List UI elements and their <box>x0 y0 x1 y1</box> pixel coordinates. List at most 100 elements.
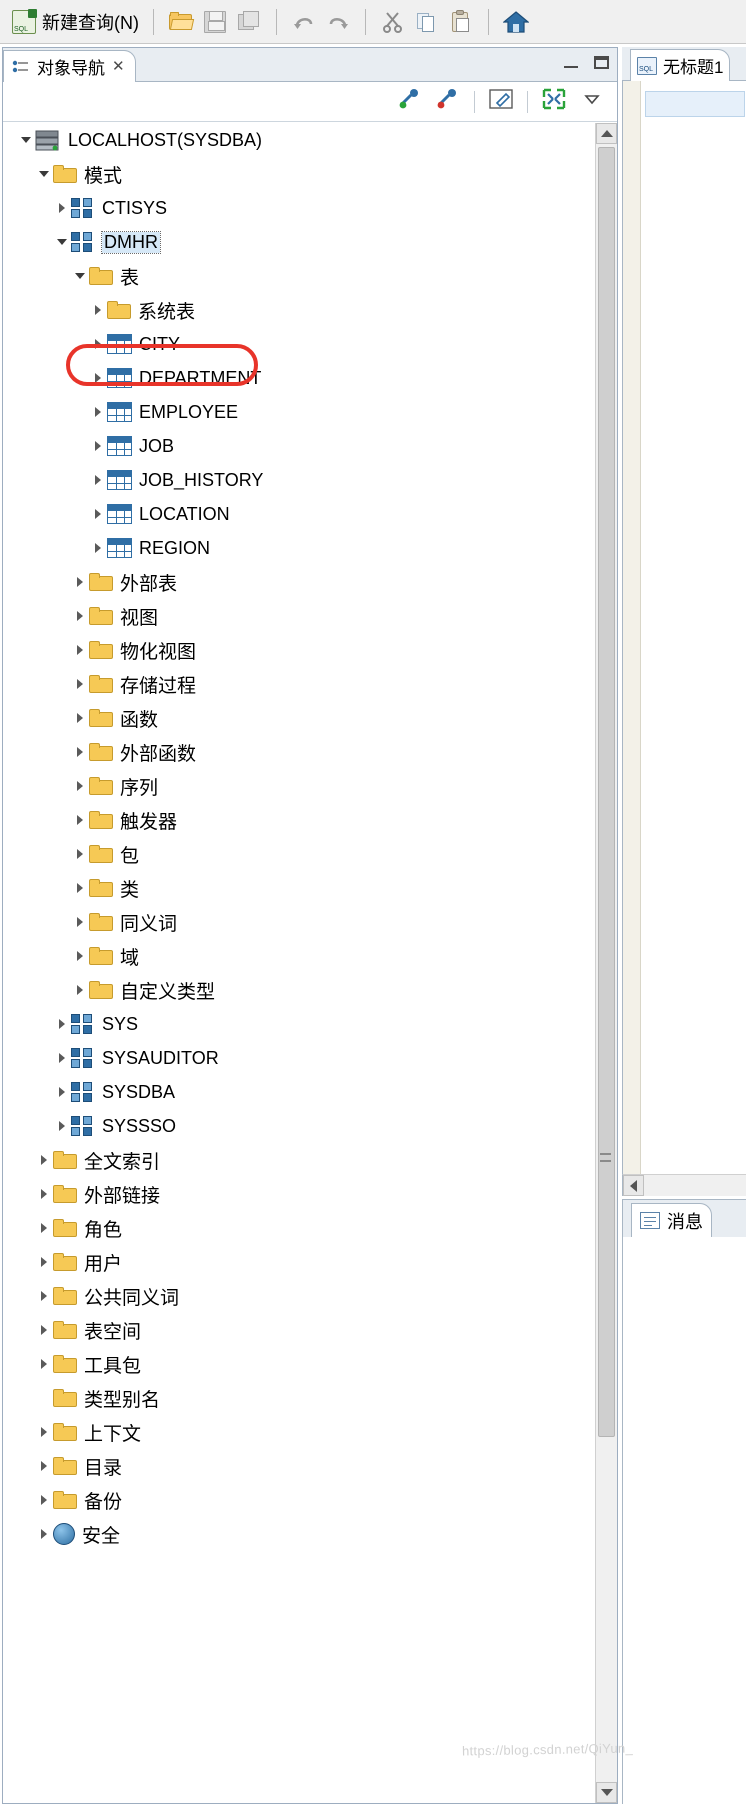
twisty-collapsed-icon[interactable] <box>53 1007 71 1041</box>
tree-node[interactable]: EMPLOYEE <box>3 395 595 429</box>
tree-node[interactable]: 上下文 <box>3 1415 595 1449</box>
twisty-collapsed-icon[interactable] <box>35 1211 53 1245</box>
tree-node[interactable]: 触发器 <box>3 803 595 837</box>
scrollbar-thumb[interactable] <box>598 147 615 1437</box>
tree-node[interactable]: 公共同义词 <box>3 1279 595 1313</box>
scroll-left-button[interactable] <box>623 1175 644 1196</box>
tree-node[interactable]: SYS <box>3 1007 595 1041</box>
twisty-collapsed-icon[interactable] <box>89 497 107 531</box>
tree-node[interactable]: 表 <box>3 259 595 293</box>
tree-node[interactable]: 外部表 <box>3 565 595 599</box>
twisty-collapsed-icon[interactable] <box>35 1449 53 1483</box>
twisty-collapsed-icon[interactable] <box>71 565 89 599</box>
tree-node[interactable]: SYSAUDITOR <box>3 1041 595 1075</box>
twisty-collapsed-icon[interactable] <box>53 1041 71 1075</box>
tree-node[interactable]: REGION <box>3 531 595 565</box>
tree-node[interactable]: DEPARTMENT <box>3 361 595 395</box>
tree-node[interactable]: 用户 <box>3 1245 595 1279</box>
tree-node[interactable]: 备份 <box>3 1483 595 1517</box>
twisty-collapsed-icon[interactable] <box>35 1245 53 1279</box>
twisty-collapsed-icon[interactable] <box>71 599 89 633</box>
twisty-collapsed-icon[interactable] <box>71 837 89 871</box>
save-button[interactable] <box>200 7 230 37</box>
twisty-collapsed-icon[interactable] <box>71 667 89 701</box>
tree-node[interactable]: 目录 <box>3 1449 595 1483</box>
tree-node[interactable]: 外部链接 <box>3 1177 595 1211</box>
tree-node[interactable]: LOCALHOST(SYSDBA) <box>3 123 595 157</box>
tree-node[interactable]: 安全 <box>3 1517 595 1551</box>
tree-node[interactable]: 自定义类型 <box>3 973 595 1007</box>
tab-untitled-sql[interactable]: 无标题1 <box>630 49 731 81</box>
twisty-expanded-icon[interactable] <box>17 123 35 157</box>
twisty-collapsed-icon[interactable] <box>35 1415 53 1449</box>
tab-object-navigator[interactable]: 对象导航 ✕ <box>3 50 136 82</box>
tree-node[interactable]: LOCATION <box>3 497 595 531</box>
close-icon[interactable]: ✕ <box>112 59 125 74</box>
twisty-collapsed-icon[interactable] <box>89 429 107 463</box>
scroll-down-button[interactable] <box>596 1782 617 1803</box>
tree-vertical-scrollbar[interactable] <box>595 123 617 1803</box>
tree-node[interactable]: 函数 <box>3 701 595 735</box>
twisty-collapsed-icon[interactable] <box>53 191 71 225</box>
twisty-collapsed-icon[interactable] <box>35 1143 53 1177</box>
object-tree[interactable]: LOCALHOST(SYSDBA) 模式 CTISYS DMHR 表系统表 CITY DEP… <box>3 123 595 1803</box>
twisty-collapsed-icon[interactable] <box>35 1517 53 1551</box>
twisty-collapsed-icon[interactable] <box>71 769 89 803</box>
twisty-collapsed-icon[interactable] <box>71 973 89 1007</box>
twisty-collapsed-icon[interactable] <box>89 531 107 565</box>
twisty-collapsed-icon[interactable] <box>71 905 89 939</box>
twisty-expanded-icon[interactable] <box>71 259 89 293</box>
new-query-button[interactable]: 新建查询(N) <box>8 7 143 37</box>
home-button[interactable] <box>501 7 531 37</box>
twisty-collapsed-icon[interactable] <box>35 1313 53 1347</box>
twisty-collapsed-icon[interactable] <box>53 1109 71 1143</box>
tree-node[interactable]: 系统表 <box>3 293 595 327</box>
tree-node[interactable]: 序列 <box>3 769 595 803</box>
tree-node[interactable]: SYSDBA <box>3 1075 595 1109</box>
twisty-collapsed-icon[interactable] <box>71 871 89 905</box>
twisty-collapsed-icon[interactable] <box>71 939 89 973</box>
edit-button[interactable] <box>484 87 518 117</box>
tree-node[interactable]: 包 <box>3 837 595 871</box>
twisty-collapsed-icon[interactable] <box>35 1483 53 1517</box>
tree-node[interactable]: CITY <box>3 327 595 361</box>
tree-node[interactable]: 同义词 <box>3 905 595 939</box>
tree-node[interactable]: CTISYS <box>3 191 595 225</box>
tree-node[interactable]: JOB <box>3 429 595 463</box>
disconnect-button[interactable] <box>431 87 465 117</box>
tree-node[interactable]: JOB_HISTORY <box>3 463 595 497</box>
twisty-collapsed-icon[interactable] <box>71 633 89 667</box>
save-all-button[interactable] <box>234 7 264 37</box>
open-file-button[interactable] <box>166 7 196 37</box>
twisty-collapsed-icon[interactable] <box>71 735 89 769</box>
copy-button[interactable] <box>412 7 442 37</box>
scroll-up-button[interactable] <box>596 123 617 144</box>
tree-node[interactable]: 存储过程 <box>3 667 595 701</box>
redo-button[interactable] <box>323 7 353 37</box>
editor-horizontal-scrollbar[interactable] <box>622 1174 746 1196</box>
view-menu-button[interactable] <box>575 87 609 117</box>
editor-current-line[interactable] <box>645 91 745 117</box>
twisty-expanded-icon[interactable] <box>53 225 71 259</box>
refresh-connect-button[interactable] <box>393 87 427 117</box>
twisty-expanded-icon[interactable] <box>35 157 53 191</box>
twisty-collapsed-icon[interactable] <box>35 1279 53 1313</box>
tree-node[interactable]: 外部函数 <box>3 735 595 769</box>
tree-node[interactable]: 类 <box>3 871 595 905</box>
twisty-collapsed-icon[interactable] <box>89 463 107 497</box>
tree-node[interactable]: 全文索引 <box>3 1143 595 1177</box>
twisty-collapsed-icon[interactable] <box>89 327 107 361</box>
tree-node[interactable]: DMHR <box>3 225 595 259</box>
tab-messages[interactable]: 消息 <box>631 1203 712 1237</box>
twisty-collapsed-icon[interactable] <box>35 1347 53 1381</box>
twisty-collapsed-icon[interactable] <box>71 701 89 735</box>
tree-node[interactable]: SYSSSO <box>3 1109 595 1143</box>
twisty-collapsed-icon[interactable] <box>35 1177 53 1211</box>
tree-node[interactable]: 视图 <box>3 599 595 633</box>
paste-button[interactable] <box>446 7 476 37</box>
collapse-all-button[interactable] <box>537 87 571 117</box>
cut-button[interactable] <box>378 7 408 37</box>
tree-node[interactable]: 物化视图 <box>3 633 595 667</box>
undo-button[interactable] <box>289 7 319 37</box>
twisty-collapsed-icon[interactable] <box>89 361 107 395</box>
